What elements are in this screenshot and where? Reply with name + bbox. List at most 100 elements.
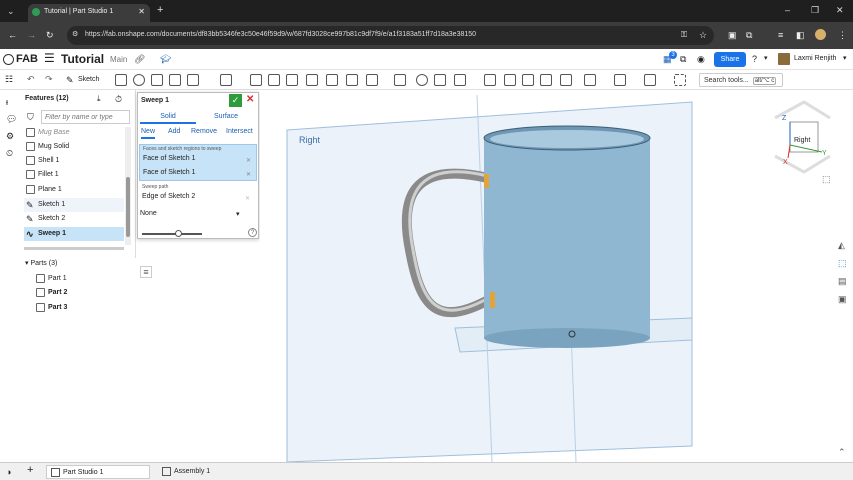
reading-list-icon[interactable]: ≡ (778, 30, 783, 40)
delete-part-icon[interactable] (484, 74, 496, 86)
op-add[interactable]: Add (168, 128, 180, 135)
help-icon[interactable]: ? (248, 228, 257, 237)
mirror-icon[interactable] (394, 74, 406, 86)
tab-part-studio-1[interactable]: Part Studio 1 (46, 465, 150, 479)
part-item-2[interactable]: Part 2 (34, 286, 134, 300)
redo-icon[interactable]: ↷ (45, 74, 53, 84)
user-menu-chevron-icon[interactable]: ▾ (843, 54, 847, 64)
feature-item-mug-base[interactable]: Mug Base (24, 126, 124, 140)
curve-icon[interactable] (614, 74, 626, 86)
branch-label[interactable]: Main (110, 55, 127, 64)
brand-logo[interactable]: FAB (16, 53, 38, 65)
user-avatar[interactable] (778, 53, 790, 65)
fillet-icon[interactable] (250, 74, 262, 86)
reload-icon[interactable]: ↻ (46, 30, 54, 40)
feature-item-plane-1[interactable]: Plane 1 (24, 183, 124, 197)
op-remove[interactable]: Remove (191, 128, 217, 135)
feature-item-sketch-2[interactable]: ✎ Sketch 2 (24, 212, 124, 226)
configurations-icon[interactable]: ⚙ (6, 131, 14, 141)
cancel-x-icon[interactable]: ✕ (246, 95, 254, 105)
tab-manager-icon[interactable]: ◑ (6, 467, 11, 477)
close-tab-icon[interactable]: ✕ (138, 7, 145, 16)
add-tab-icon[interactable]: + (27, 465, 33, 476)
feature-list-toggle-icon[interactable]: ☷ (5, 74, 13, 84)
hole-icon[interactable] (346, 74, 358, 86)
view-cube-face-label[interactable]: Right (794, 137, 810, 144)
forward-icon[interactable]: → (27, 30, 36, 40)
search-tools-input[interactable]: Search tools... alt/⌥ c (699, 73, 783, 87)
link-icon[interactable]: 🔗︎ (134, 54, 145, 64)
shell-icon[interactable] (326, 74, 338, 86)
extensions-icon[interactable]: ▣ (728, 30, 737, 40)
bom-panel-icon[interactable]: ⬚ (838, 258, 847, 268)
hamburger-menu-icon[interactable]: ☰ (44, 52, 55, 64)
chamfer-icon[interactable] (268, 74, 280, 86)
face-item-2[interactable]: Face of Sketch 1 (143, 169, 196, 176)
helix-icon[interactable] (584, 74, 596, 86)
feature-list-scrollbar[interactable] (125, 127, 131, 245)
bookmark-star-icon[interactable]: ☆ (699, 30, 707, 40)
side-panel-icon[interactable]: ◧ (796, 30, 805, 40)
collapse-panel-icon[interactable]: ⌃ (838, 447, 846, 457)
op-new[interactable]: New (141, 128, 156, 139)
list-view-icon[interactable]: ≡ (140, 266, 152, 278)
custom-panel-icon[interactable]: ▤ (838, 276, 847, 286)
tab-surface[interactable]: Surface (198, 111, 254, 124)
rollback-icon[interactable]: ⤓ (97, 94, 101, 104)
chevron-down-icon[interactable]: ▾ (764, 54, 768, 64)
feature-item-mug-solid[interactable]: Mug Solid (24, 140, 124, 154)
user-name[interactable]: Laxmi Renjith (794, 55, 836, 62)
split-icon[interactable] (434, 74, 446, 86)
back-icon[interactable]: ← (8, 30, 17, 40)
rib-icon[interactable] (306, 74, 318, 86)
scrollbar-thumb[interactable] (126, 177, 130, 237)
pattern-icon[interactable] (366, 74, 378, 86)
feature-item-shell-1[interactable]: Shell 1 (24, 154, 124, 168)
viewport-canvas[interactable] (260, 90, 835, 463)
remove-face-2-icon[interactable]: ✕ (246, 170, 251, 180)
feature-item-fillet-1[interactable]: Fillet 1 (24, 168, 124, 182)
offset-surface-icon[interactable] (560, 74, 572, 86)
minimize-icon[interactable]: – (785, 5, 790, 15)
add-custom-feature-icon[interactable] (674, 74, 686, 86)
part-item-3[interactable]: Part 3 (34, 301, 134, 315)
timer-icon[interactable]: ⏱ (115, 94, 122, 104)
tab-solid[interactable]: Solid (140, 111, 196, 124)
puzzle-icon[interactable]: ⧉ (746, 30, 752, 40)
faces-selection-box[interactable]: Faces and sketch regions to sweep Face o… (139, 144, 257, 181)
measure-icon[interactable] (644, 74, 656, 86)
close-window-icon[interactable]: ✕ (836, 5, 844, 15)
remove-path-icon[interactable]: ✕ (245, 194, 250, 204)
transform-icon[interactable] (454, 74, 466, 86)
undo-icon[interactable]: ↶ (27, 74, 35, 84)
feature-item-sketch-1[interactable]: ✎ Sketch 1 (24, 198, 124, 212)
face-item-1[interactable]: Face of Sketch 1 (143, 155, 196, 162)
new-tab-icon[interactable]: + (157, 5, 163, 16)
apps-icon[interactable]: ⧉ (680, 54, 686, 64)
filter-icon[interactable]: ⛉ (27, 112, 34, 122)
mug-body[interactable] (484, 138, 650, 338)
chrome-menu-icon[interactable]: ⋮ (838, 30, 847, 40)
insert-feature-icon[interactable]: ᵻ (6, 97, 8, 107)
plane-icon[interactable] (220, 74, 232, 86)
url-input[interactable]: ⚙ https://fab.onshape.com/documents/df83… (67, 26, 714, 45)
graphics-viewport[interactable]: Right Right Z Y X ⬚ (260, 90, 835, 463)
help-circle-icon[interactable]: ◉ (697, 54, 705, 64)
remove-face-1-icon[interactable]: ✕ (246, 156, 251, 166)
feature-item-sweep-1[interactable]: ∿ Sweep 1 (24, 227, 124, 241)
graduation-cap-icon[interactable]: 🎓︎ (160, 54, 171, 64)
replace-face-icon[interactable] (540, 74, 552, 86)
sweep-icon[interactable] (151, 74, 163, 86)
revolve-icon[interactable] (133, 74, 145, 86)
profile-avatar-icon[interactable] (815, 29, 826, 40)
part-item-1[interactable]: Part 1 (34, 272, 134, 286)
site-info-icon[interactable]: ⚙ (72, 30, 78, 40)
thicken-icon[interactable] (187, 74, 199, 86)
op-intersect[interactable]: Intersect (226, 128, 253, 135)
path-value[interactable]: Edge of Sketch 2 (142, 193, 195, 200)
panel-divider[interactable] (24, 247, 124, 250)
extrude-icon[interactable] (115, 74, 127, 86)
draft-icon[interactable] (286, 74, 298, 86)
modify-fillet-icon[interactable] (504, 74, 516, 86)
browser-tab[interactable]: Tutorial | Part Studio 1 ✕ (28, 4, 150, 22)
